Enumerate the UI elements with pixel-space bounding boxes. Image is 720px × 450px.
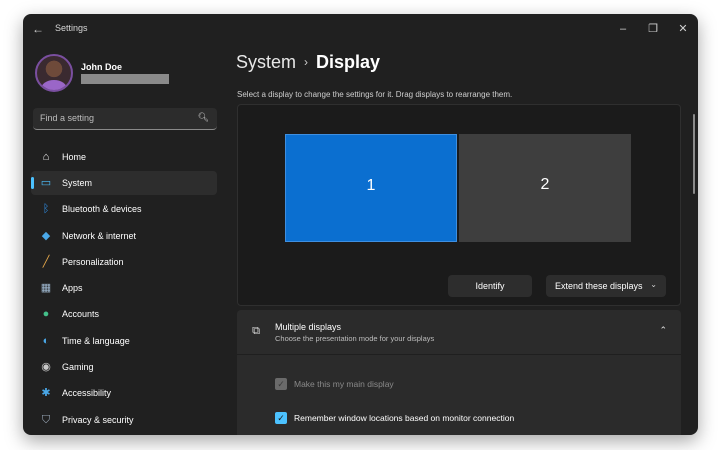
- maximize-button[interactable]: ❐: [643, 20, 663, 38]
- sidebar-item-accounts[interactable]: ● Accounts: [31, 302, 217, 326]
- user-name: John Doe: [81, 62, 123, 72]
- search-placeholder: Find a setting: [40, 113, 95, 123]
- breadcrumb-separator: ›: [304, 55, 309, 69]
- globe-icon: ◐: [42, 335, 50, 347]
- title-bar: ← Settings – ❐ ✕: [23, 14, 698, 44]
- bluetooth-icon: ᛒ: [42, 203, 50, 215]
- remember-window-checkbox[interactable]: ✓: [275, 412, 287, 424]
- user-email-redacted: [81, 74, 169, 84]
- sidebar-item-label: Personalization: [62, 257, 124, 267]
- sidebar-item-time-language[interactable]: ◐ Time & language: [31, 329, 217, 353]
- sidebar-item-network[interactable]: ◆ Network & internet: [31, 224, 217, 248]
- multiple-displays-icon: ⧉: [252, 325, 260, 337]
- search-input[interactable]: Find a setting 🔍︎: [33, 108, 217, 130]
- page-subtitle: Select a display to change the settings …: [237, 90, 513, 99]
- wifi-icon: ◆: [41, 230, 51, 242]
- sidebar-item-label: Accounts: [62, 309, 100, 319]
- breadcrumb-current: Display: [316, 52, 381, 72]
- dropdown-value: Extend these displays: [555, 281, 643, 291]
- apps-icon: ▦: [40, 282, 52, 294]
- sidebar-item-home[interactable]: ⌂ Home: [31, 145, 217, 169]
- sidebar-item-label: Privacy & security: [62, 415, 134, 425]
- sidebar-item-system[interactable]: ▭ System: [31, 171, 217, 195]
- section-description: Choose the presentation mode for your di…: [275, 334, 435, 343]
- main-display-checkbox: ✓: [275, 378, 287, 390]
- sidebar-item-apps[interactable]: ▦ Apps: [31, 276, 217, 300]
- multiple-displays-header[interactable]: ⧉ Multiple displays Choose the presentat…: [237, 310, 681, 355]
- accessibility-icon: ✱: [41, 387, 51, 399]
- chevron-down-icon: ⌄: [650, 280, 657, 289]
- back-arrow-icon[interactable]: ←: [31, 22, 45, 36]
- multiple-displays-section: ⧉ Multiple displays Choose the presentat…: [237, 310, 681, 435]
- active-indicator: [31, 177, 34, 189]
- sidebar-item-personalization[interactable]: ╱ Personalization: [31, 250, 217, 274]
- sidebar-item-gaming[interactable]: ◉ Gaming: [31, 355, 217, 379]
- chevron-up-icon[interactable]: ⌃: [659, 325, 667, 336]
- breadcrumb-root[interactable]: System: [236, 52, 296, 72]
- checkbox-label: Make this my main display: [294, 379, 394, 389]
- monitor-number: 1: [366, 177, 376, 194]
- shield-icon: ⛉: [41, 414, 51, 426]
- settings-window: ← Settings – ❐ ✕ John Doe Find a setting…: [23, 14, 698, 435]
- monitor-number: 2: [540, 176, 550, 193]
- avatar[interactable]: [35, 54, 73, 92]
- app-title: Settings: [55, 23, 88, 33]
- scrollbar[interactable]: [693, 114, 695, 194]
- monitor-1-tile[interactable]: 1: [285, 134, 457, 242]
- sidebar-item-accessibility[interactable]: ✱ Accessibility: [31, 381, 217, 405]
- sidebar-item-privacy-security[interactable]: ⛉ Privacy & security: [31, 408, 217, 432]
- monitor-2-tile[interactable]: 2: [459, 134, 631, 242]
- sidebar-item-label: System: [62, 178, 93, 188]
- extend-displays-dropdown[interactable]: Extend these displays ⌄: [546, 275, 666, 297]
- system-icon: ▭: [40, 177, 52, 189]
- home-icon: ⌂: [42, 151, 50, 163]
- section-title: Multiple displays: [275, 322, 342, 332]
- identify-button[interactable]: Identify: [448, 275, 532, 297]
- brush-icon: ╱: [42, 256, 50, 268]
- sidebar-item-label: Apps: [62, 283, 83, 293]
- search-icon: 🔍︎: [197, 112, 209, 122]
- sidebar-item-label: Accessibility: [62, 388, 112, 398]
- minimize-button[interactable]: –: [613, 20, 633, 38]
- sidebar-item-label: Gaming: [62, 362, 94, 372]
- accounts-icon: ●: [42, 308, 50, 320]
- sidebar-item-bluetooth[interactable]: ᛒ Bluetooth & devices: [31, 197, 217, 221]
- close-button[interactable]: ✕: [673, 20, 693, 38]
- sidebar-item-label: Home: [62, 152, 87, 162]
- gaming-icon: ◉: [41, 361, 51, 373]
- checkbox-label: Remember window locations based on monit…: [294, 413, 515, 423]
- page-title: System › Display: [236, 52, 380, 73]
- display-arrangement-panel: 1 2 Identify Extend these displays ⌄: [237, 104, 681, 306]
- sidebar-item-label: Time & language: [62, 336, 130, 346]
- sidebar-item-label: Bluetooth & devices: [62, 204, 142, 214]
- sidebar-item-label: Network & internet: [62, 231, 137, 241]
